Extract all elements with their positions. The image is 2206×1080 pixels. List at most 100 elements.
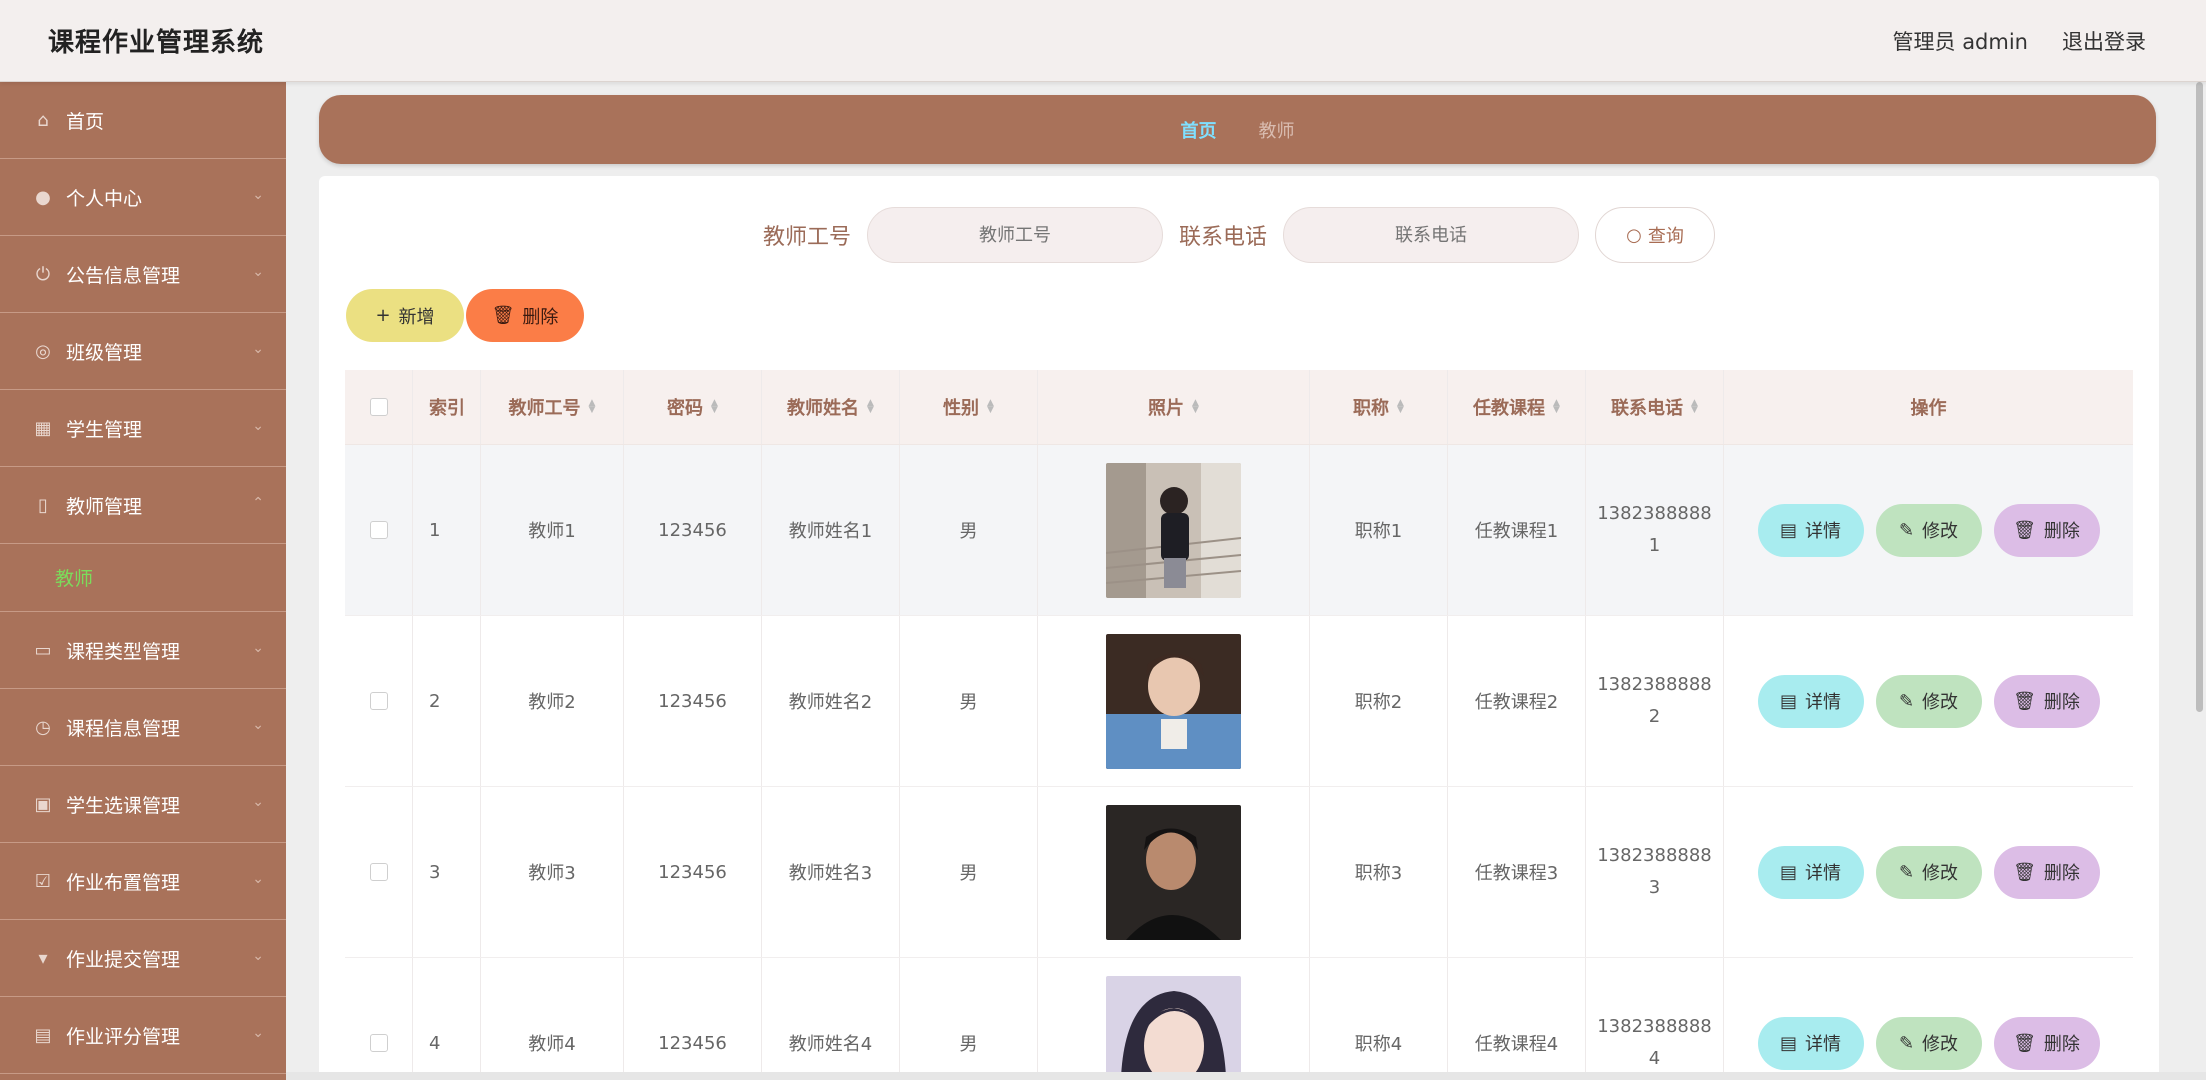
teacher-photo[interactable] [1106, 462, 1241, 598]
sidebar-item-course-type[interactable]: ▭ 课程类型管理 ⌄ [0, 612, 286, 689]
header-photo[interactable]: 照片 ▲ ▼ [1038, 370, 1310, 444]
cell-course: 任教课程1 [1448, 445, 1586, 615]
teacher-photo[interactable] [1106, 804, 1241, 940]
sidebar-item-student[interactable]: ▦ 学生管理 ⌄ [0, 390, 286, 467]
delete-button[interactable]: 🗑 删除 [1993, 674, 2100, 728]
detail-button[interactable]: ▤ 详情 [1757, 845, 1864, 899]
chevron-down-icon: ⌄ [252, 418, 264, 434]
delete-button[interactable]: 🗑 删除 [1993, 503, 2100, 557]
row-checkbox[interactable] [369, 521, 388, 539]
detail-button[interactable]: ▤ 详情 [1757, 1016, 1864, 1070]
sidebar-item-homework-score[interactable]: ▤ 作业评分管理 ⌄ [0, 997, 286, 1074]
teacher-id-input[interactable] [867, 207, 1163, 263]
header-course[interactable]: 任教课程 ▲ ▼ [1448, 370, 1586, 444]
pencil-icon: ✎ [1898, 519, 1915, 541]
sidebar-item-selection[interactable]: ▣ 学生选课管理 ⌄ [0, 766, 286, 843]
sidebar-item-profile[interactable]: ● 个人中心 ⌄ [0, 159, 286, 236]
sidebar-item-course-info[interactable]: ◷ 课程信息管理 ⌄ [0, 689, 286, 766]
chevron-down-icon: ⌄ [252, 948, 264, 964]
phone-input[interactable] [1283, 207, 1580, 263]
header-gender[interactable]: 性别 ▲ ▼ [900, 370, 1038, 444]
batch-delete-button[interactable]: 🗑 删除 [466, 289, 584, 342]
header-phone[interactable]: 联系电话 ▲ ▼ [1586, 370, 1724, 444]
edit-button[interactable]: ✎ 修改 [1875, 674, 1982, 728]
header-operations: 操作 [1910, 398, 1947, 419]
table-row: 1 教师1 123456 教师姓名1 男 职称1 任教课程1 138238888… [345, 445, 2133, 616]
header-name[interactable]: 教师姓名 ▲ ▼ [762, 370, 900, 444]
cell-name: 教师姓名4 [762, 958, 900, 1080]
detail-button[interactable]: ▤ 详情 [1757, 503, 1864, 557]
pin-icon: ▾ [38, 947, 48, 969]
header-teacher-id[interactable]: 教师工号 ▲ ▼ [481, 370, 624, 444]
app-title: 课程作业管理系统 [48, 28, 265, 58]
page-scrollbar[interactable] [2192, 82, 2206, 712]
sidebar-subitem-teacher[interactable]: 教师 [0, 544, 286, 612]
trash-icon: 🗑 [2013, 1032, 2036, 1054]
table-row: 2 教师2 123456 教师姓名2 男 职称2 任教课程2 138238888… [345, 616, 2133, 787]
header-checkbox-cell [345, 370, 413, 444]
sort-icon: ▲ ▼ [987, 398, 994, 415]
logout-link[interactable]: 退出登录 [2062, 26, 2146, 56]
sidebar-item-homework-assign[interactable]: ☑ 作业布置管理 ⌄ [0, 843, 286, 920]
teacher-photo[interactable] [1106, 975, 1241, 1080]
breadcrumb-home[interactable]: 首页 [1181, 117, 1217, 143]
detail-button[interactable]: ▤ 详情 [1757, 674, 1864, 728]
table-row: 4 教师4 123456 教师姓名4 男 职称4 任教课程4 138238888… [345, 958, 2133, 1080]
select-all-checkbox[interactable] [369, 398, 388, 416]
pencil-icon: ✎ [1898, 861, 1915, 883]
cell-teacher-id: 教师2 [481, 616, 624, 786]
header-index: 索引 [413, 370, 481, 444]
cell-teacher-id: 教师1 [481, 445, 624, 615]
cell-password: 123456 [624, 445, 762, 615]
cell-phone: 1382388888 3 [1586, 787, 1724, 957]
sidebar-item-homework-submit[interactable]: ▾ 作业提交管理 ⌄ [0, 920, 286, 997]
cell-course: 任教课程2 [1448, 616, 1586, 786]
sidebar-item-notice[interactable]: ⏻ 公告信息管理 ⌄ [0, 236, 286, 313]
circle-icon: ◎ [35, 340, 51, 362]
cell-phone: 1382388888 4 [1586, 958, 1724, 1080]
add-button[interactable]: + 新增 [346, 289, 464, 342]
search-icon: ○ [1626, 224, 1642, 246]
current-user: 管理员 admin [1892, 29, 2028, 54]
sort-icon: ▲ ▼ [1691, 398, 1698, 415]
content-panel: 教师工号 联系电话 ○ 查询 +新增 🗑删除 索引 教师工号▲▼ 密码▲▼ 教师… [319, 176, 2159, 1080]
sidebar-item-teacher[interactable]: ▯ 教师管理 ⌃ [0, 467, 286, 544]
scrollbar-thumb[interactable] [2196, 82, 2203, 712]
power-icon: ⏻ [35, 263, 51, 285]
user-icon: ● [35, 186, 51, 208]
teacher-photo[interactable] [1106, 633, 1241, 769]
edit-button[interactable]: ✎ 修改 [1875, 1016, 1982, 1070]
table-header: 索引 教师工号 ▲ ▼ 密码 ▲ ▼ 教师姓名 ▲ ▼ 性别 ▲ ▼ 照片 ▲ ▼ 职称 ▲ ▼ 任教课… [345, 370, 2133, 445]
edit-button[interactable]: ✎ 修改 [1875, 503, 1982, 557]
action-buttons: + 新增 🗑 删除 [346, 289, 584, 342]
sort-icon: ▲ ▼ [1192, 398, 1199, 415]
cell-password: 123456 [624, 616, 762, 786]
sidebar-item-home[interactable]: ⌂ 首页 [0, 82, 286, 159]
sort-icon: ▲ ▼ [1553, 398, 1560, 415]
cell-phone: 1382388888 2 [1586, 616, 1724, 786]
horizontal-scrollbar[interactable] [0, 1072, 2206, 1080]
document-icon: ▤ [1779, 861, 1797, 883]
row-checkbox[interactable] [369, 863, 388, 881]
edit-button[interactable]: ✎ 修改 [1875, 845, 1982, 899]
cell-gender: 男 [900, 445, 1038, 615]
chevron-down-icon: ⌄ [252, 1025, 264, 1041]
sidebar-item-class[interactable]: ◎ 班级管理 ⌄ [0, 313, 286, 390]
pencil-icon: ✎ [1898, 1032, 1915, 1054]
delete-button[interactable]: 🗑 删除 [1993, 845, 2100, 899]
delete-button[interactable]: 🗑 删除 [1993, 1016, 2100, 1070]
search-button[interactable]: ○ 查询 [1595, 207, 1716, 263]
cell-name: 教师姓名2 [762, 616, 900, 786]
sort-icon: ▲ ▼ [711, 398, 718, 415]
top-header: 课程作业管理系统 管理员 admin 退出登录 [0, 0, 2206, 82]
trash-icon: 🗑 [491, 305, 515, 326]
header-password[interactable]: 密码 ▲ ▼ [624, 370, 762, 444]
search-form: 教师工号 联系电话 ○ 查询 [319, 206, 2159, 264]
cell-course: 任教课程3 [1448, 787, 1586, 957]
document-icon: ▤ [1779, 519, 1797, 541]
row-checkbox[interactable] [369, 1034, 388, 1052]
header-title[interactable]: 职称 ▲ ▼ [1310, 370, 1448, 444]
row-checkbox[interactable] [369, 692, 388, 710]
monitor-icon: ▭ [34, 639, 52, 661]
cell-phone: 1382388888 1 [1586, 445, 1724, 615]
